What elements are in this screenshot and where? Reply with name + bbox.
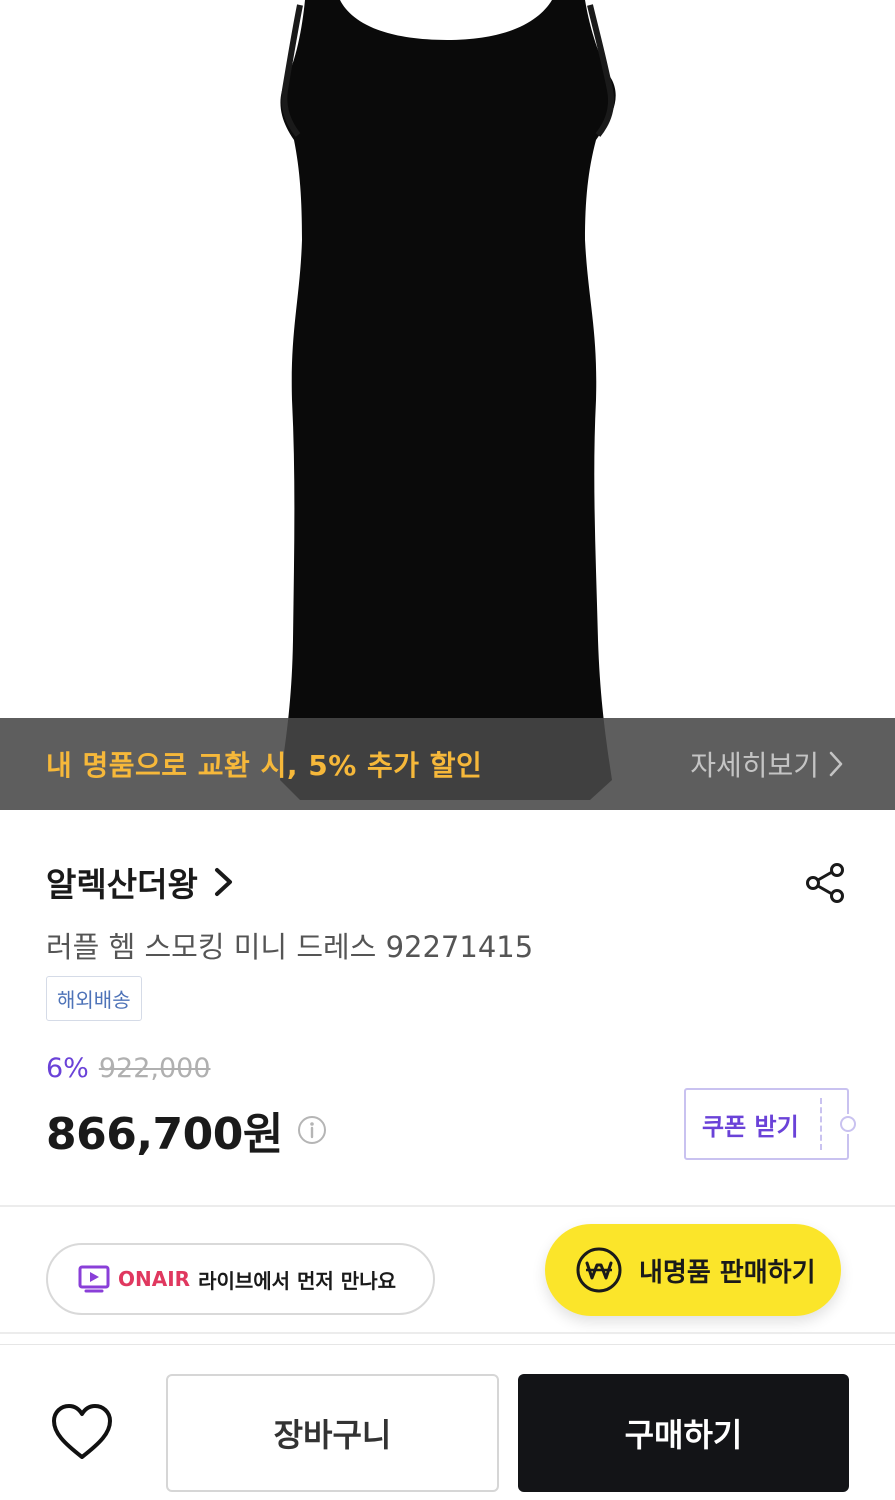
onair-label: ONAIR: [118, 1267, 191, 1291]
price-row: 866,700원: [46, 1098, 327, 1162]
coupon-notch-line: [820, 1098, 822, 1150]
sell-label: 내명품 판매하기: [639, 1257, 816, 1288]
sale-price: 866,700원: [46, 1109, 283, 1160]
won-icon: [576, 1247, 622, 1293]
overseas-shipping-badge: 해외배송: [46, 976, 142, 1021]
product-title: 러플 헴 스모킹 미니 드레스 92271415: [46, 930, 534, 964]
info-icon[interactable]: [297, 1115, 327, 1145]
sell-my-luxury-button[interactable]: 내명품 판매하기: [545, 1224, 841, 1316]
divider: [0, 1205, 895, 1207]
promo-more-link[interactable]: 자세히보기: [690, 744, 843, 784]
brand-name: 알렉산더왕: [46, 865, 198, 904]
live-text: 라이브에서 먼저 만나요: [198, 1268, 396, 1293]
share-icon[interactable]: [804, 862, 846, 904]
divider: [0, 1332, 895, 1334]
discount-row: 6% 922,000: [46, 1053, 211, 1084]
coupon-label: 쿠폰 받기: [702, 1112, 799, 1141]
live-onair-button[interactable]: ONAIR 라이브에서 먼저 만나요: [46, 1243, 435, 1315]
discount-rate: 6%: [46, 1053, 89, 1084]
product-image[interactable]: [0, 0, 895, 810]
brand-link[interactable]: 알렉산더왕: [46, 858, 234, 906]
cart-button[interactable]: 장바구니: [166, 1374, 499, 1492]
original-price: 922,000: [98, 1053, 211, 1084]
promo-text: 내 명품으로 교환 시, 5% 추가 할인: [46, 749, 483, 782]
promo-banner[interactable]: 내 명품으로 교환 시, 5% 추가 할인 자세히보기: [0, 718, 895, 810]
heart-icon[interactable]: [50, 1403, 114, 1461]
chevron-right-icon: [214, 868, 232, 896]
dress-illustration: [280, 0, 616, 800]
coupon-notch: [840, 1116, 856, 1132]
coupon-button[interactable]: 쿠폰 받기: [684, 1088, 856, 1160]
promo-more-label: 자세히보기: [690, 749, 819, 782]
buy-button[interactable]: 구매하기: [518, 1374, 849, 1492]
chevron-right-icon: [829, 751, 843, 777]
onair-play-icon: [78, 1265, 110, 1293]
